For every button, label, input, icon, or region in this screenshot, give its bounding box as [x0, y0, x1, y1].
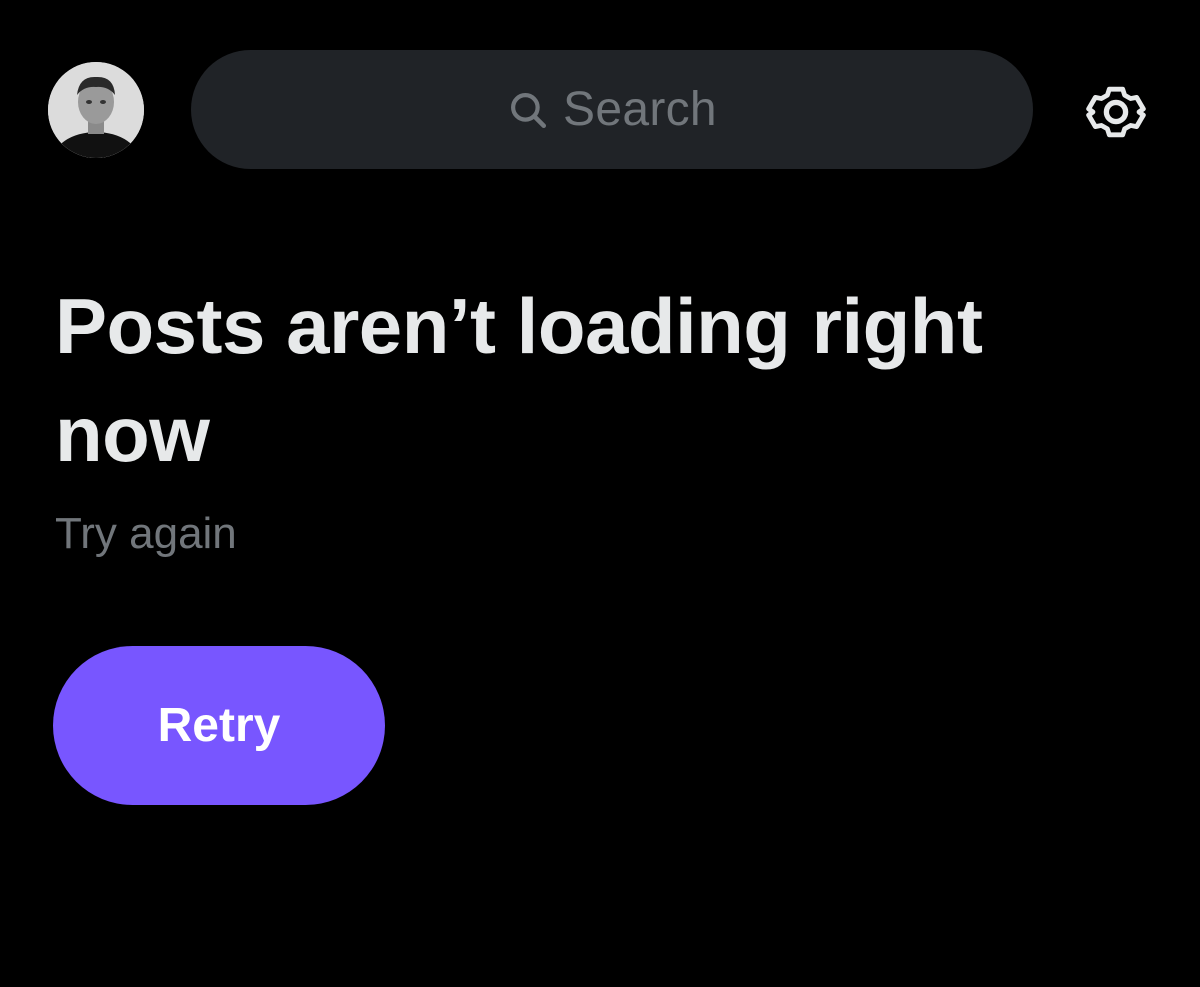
retry-button[interactable]: Retry [53, 646, 385, 805]
error-title: Posts aren’t loading right now [55, 282, 983, 478]
gear-icon [1084, 80, 1148, 144]
error-subtitle: Try again [55, 509, 237, 558]
search-icon [507, 89, 549, 131]
retry-label: Retry [157, 699, 281, 752]
avatar-image [48, 62, 144, 158]
search-bar[interactable]: Search [191, 50, 1033, 169]
settings-button[interactable] [1080, 76, 1152, 148]
profile-avatar[interactable] [48, 62, 144, 158]
search-placeholder: Search [563, 83, 717, 136]
